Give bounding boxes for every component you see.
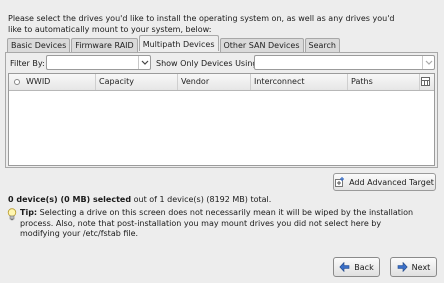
tip-text: Tip: Selecting a drive on this screen do… bbox=[20, 208, 420, 240]
tab-search[interactable]: Search bbox=[304, 38, 340, 52]
column-picker-icon[interactable] bbox=[421, 77, 430, 86]
next-arrow-icon bbox=[397, 261, 408, 273]
device-type-tabs: Basic Devices Firmware RAID Multipath De… bbox=[7, 35, 341, 52]
lightbulb-icon bbox=[7, 208, 17, 221]
multipath-devices-panel: Filter By: Show Only Devices Using: WWID… bbox=[5, 52, 438, 168]
intro-text: Please select the drives you'd like to i… bbox=[8, 14, 395, 34]
tab-multipath-devices[interactable]: Multipath Devices bbox=[138, 35, 219, 51]
multipath-device-table[interactable]: WWID Capacity Vendor Interconnect Paths bbox=[8, 73, 435, 166]
next-label: Next bbox=[411, 262, 431, 272]
chevron-down-icon bbox=[422, 56, 434, 69]
tip-body: Selecting a drive on this screen does no… bbox=[20, 208, 414, 238]
chevron-down-icon bbox=[138, 56, 150, 69]
column-paths[interactable]: Paths bbox=[348, 74, 420, 90]
back-label: Back bbox=[354, 262, 374, 272]
table-header: WWID Capacity Vendor Interconnect Paths bbox=[9, 74, 434, 91]
tab-other-san-devices[interactable]: Other SAN Devices bbox=[219, 38, 304, 52]
filter-by-label: Filter By: bbox=[10, 59, 45, 68]
show-only-label: Show Only Devices Using: bbox=[156, 59, 261, 68]
next-button[interactable]: Next bbox=[390, 257, 437, 277]
selected-count: 0 device(s) (0 MB) selected bbox=[8, 195, 132, 204]
add-advanced-target-label: Add Advanced Target bbox=[349, 177, 434, 187]
column-capacity[interactable]: Capacity bbox=[96, 74, 178, 90]
add-target-icon bbox=[335, 177, 345, 187]
total-count: out of 1 device(s) (8192 MB) total. bbox=[131, 195, 272, 204]
tab-firmware-raid[interactable]: Firmware RAID bbox=[71, 38, 138, 52]
select-all-radio[interactable] bbox=[14, 79, 20, 85]
add-advanced-target-button[interactable]: Add Advanced Target bbox=[333, 173, 436, 191]
column-vendor[interactable]: Vendor bbox=[178, 74, 251, 90]
tab-basic-devices[interactable]: Basic Devices bbox=[7, 38, 71, 52]
tip-label: Tip: bbox=[20, 208, 38, 217]
column-wwid[interactable]: WWID bbox=[23, 74, 96, 90]
show-only-combo[interactable] bbox=[254, 55, 435, 70]
selection-summary: 0 device(s) (0 MB) selected out of 1 dev… bbox=[8, 195, 271, 205]
column-interconnect[interactable]: Interconnect bbox=[251, 74, 348, 90]
back-button[interactable]: Back bbox=[333, 257, 380, 277]
back-arrow-icon bbox=[339, 261, 350, 273]
filter-by-combo[interactable] bbox=[46, 55, 151, 70]
